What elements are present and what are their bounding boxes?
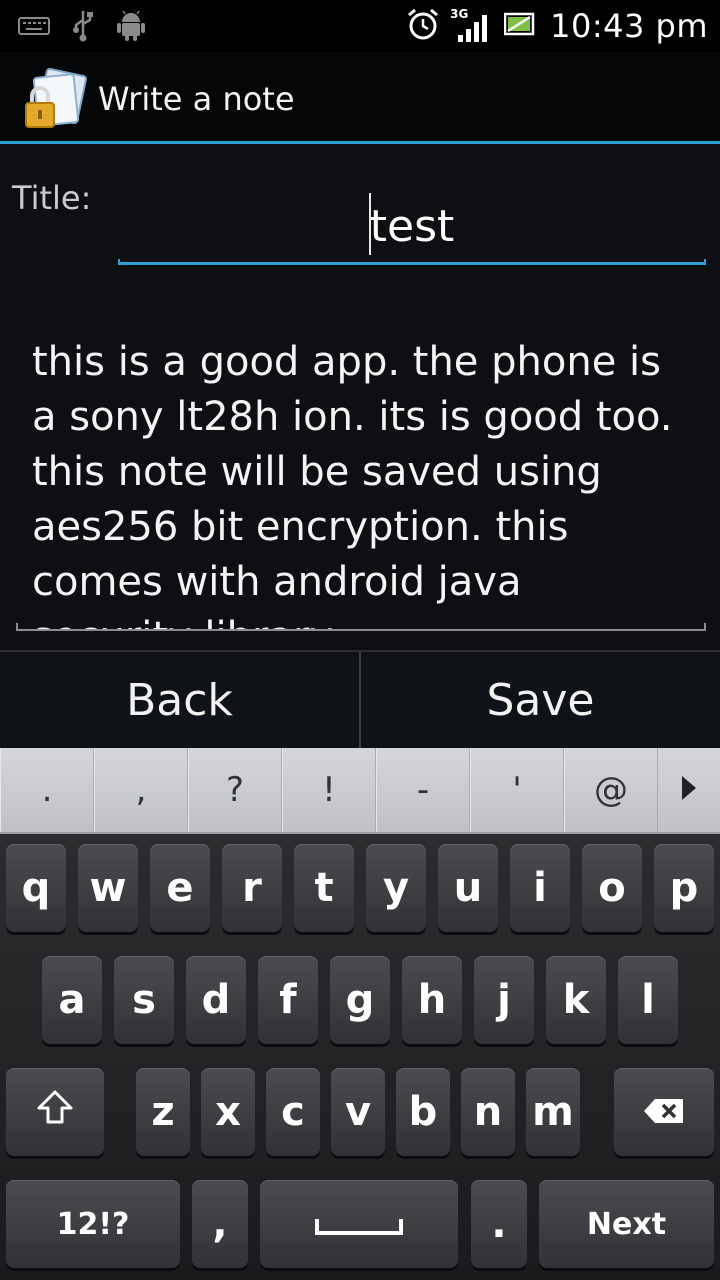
punctuation-key[interactable]: . <box>0 748 94 832</box>
status-bar: 3G 10:43 pm <box>0 0 720 52</box>
key-p[interactable]: p <box>654 844 714 932</box>
save-button[interactable]: Save <box>361 652 720 748</box>
key-r[interactable]: r <box>222 844 282 932</box>
back-button[interactable]: Back <box>0 652 359 748</box>
backspace-key[interactable] <box>614 1068 714 1156</box>
key-d[interactable]: d <box>186 956 246 1044</box>
alarm-clock-icon <box>406 7 440 45</box>
key-c[interactable]: c <box>266 1068 320 1156</box>
key-z[interactable]: z <box>136 1068 190 1156</box>
key-x[interactable]: x <box>201 1068 255 1156</box>
android-debug-icon <box>116 10 146 46</box>
soft-keyboard: q w e r t y u i o p a s d f g h j k l z … <box>0 834 720 1280</box>
key-u[interactable]: u <box>438 844 498 932</box>
page-title: Write a note <box>98 80 295 118</box>
key-o[interactable]: o <box>582 844 642 932</box>
note-body-input[interactable]: this is a good app. the phone is a sony … <box>16 329 706 631</box>
note-form: Title: test this is a good app. the phon… <box>0 147 720 650</box>
key-w[interactable]: w <box>78 844 138 932</box>
key-e[interactable]: e <box>150 844 210 932</box>
key-k[interactable]: k <box>546 956 606 1044</box>
period-key[interactable]: . <box>471 1180 527 1268</box>
comma-key[interactable]: , <box>192 1180 248 1268</box>
battery-charging-icon <box>503 12 536 40</box>
key-t[interactable]: t <box>294 844 354 932</box>
notes-lock-icon[interactable] <box>22 67 88 130</box>
title-input-value: test <box>369 201 455 252</box>
key-n[interactable]: n <box>461 1068 515 1156</box>
key-q[interactable]: q <box>6 844 66 932</box>
symbols-key[interactable]: 12!? <box>6 1180 180 1268</box>
shift-key[interactable] <box>6 1068 104 1156</box>
backspace-icon <box>643 1089 685 1135</box>
next-key[interactable]: Next <box>539 1180 714 1268</box>
key-h[interactable]: h <box>402 956 462 1044</box>
title-label: Title: <box>12 179 92 217</box>
title-input-underline <box>118 259 706 265</box>
note-body-text: this is a good app. the phone is a sony … <box>32 339 673 631</box>
shift-icon <box>36 1089 74 1135</box>
key-l[interactable]: l <box>618 956 678 1044</box>
keyboard-icon <box>18 17 50 39</box>
key-g[interactable]: g <box>330 956 390 1044</box>
key-j[interactable]: j <box>474 956 534 1044</box>
signal-icon: 3G <box>450 7 490 43</box>
punctuation-key[interactable]: ! <box>282 748 376 832</box>
note-body-underline <box>16 623 706 631</box>
button-bar: Back Save <box>0 650 720 748</box>
key-a[interactable]: a <box>42 956 102 1044</box>
clock: 10:43 pm <box>550 7 708 45</box>
title-input[interactable]: test <box>118 187 706 265</box>
key-v[interactable]: v <box>331 1068 385 1156</box>
punctuation-key[interactable]: , <box>94 748 188 832</box>
space-key[interactable] <box>260 1180 458 1268</box>
action-bar: Write a note <box>0 52 720 144</box>
punctuation-key[interactable]: ? <box>188 748 282 832</box>
more-suggestions-button[interactable] <box>658 748 720 832</box>
space-bar-icon <box>314 1201 404 1247</box>
key-s[interactable]: s <box>114 956 174 1044</box>
punctuation-key[interactable]: @ <box>564 748 658 832</box>
punctuation-key[interactable]: ' <box>470 748 564 832</box>
punctuation-strip: . , ? ! - ' @ <box>0 748 720 834</box>
usb-icon <box>72 10 94 46</box>
key-b[interactable]: b <box>396 1068 450 1156</box>
key-f[interactable]: f <box>258 956 318 1044</box>
punctuation-key[interactable]: - <box>376 748 470 832</box>
key-y[interactable]: y <box>366 844 426 932</box>
key-m[interactable]: m <box>526 1068 580 1156</box>
play-arrow-icon <box>680 774 698 806</box>
key-i[interactable]: i <box>510 844 570 932</box>
